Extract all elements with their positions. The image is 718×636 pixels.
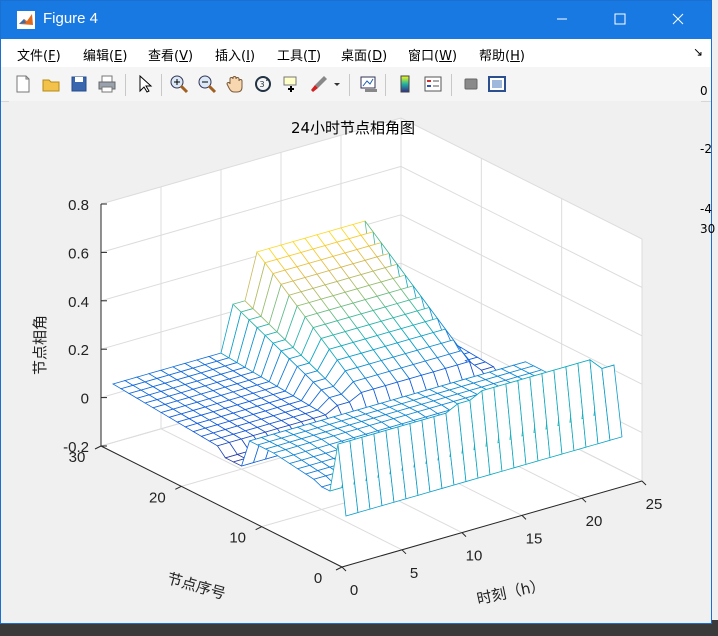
colorbar-icon[interactable] [395,74,415,94]
menu-bar: 文件(F) 编辑(E) 查看(V) 插入(I) 工具(T) 桌面(D) 窗口(W… [1,39,711,67]
print-icon[interactable] [97,74,117,94]
background-tick-fragment: -2 [700,142,712,156]
toolbar-separator [385,74,386,96]
toolbar: 3 [1,67,711,102]
open-folder-icon[interactable] [41,74,61,94]
brush-icon[interactable] [309,74,329,94]
menu-help[interactable]: 帮助(H) [479,45,525,64]
x-axis-label: 时刻（h） [475,576,547,608]
save-icon[interactable] [69,74,89,94]
zoom-out-icon[interactable] [197,74,217,94]
menu-window[interactable]: 窗口(W) [408,45,457,64]
legend-icon[interactable] [423,74,443,94]
y-axis-label: 节点序号 [165,569,228,603]
menu-view[interactable]: 查看(V) [148,45,193,64]
y-tick-label: 20 [149,489,166,506]
background-tick-fragment: -4 [700,202,712,216]
window-title: Figure 4 [43,10,99,27]
x-tick [341,566,347,572]
menu-tools[interactable]: 工具(T) [277,45,321,64]
maximize-icon [614,13,626,25]
minimize-icon [557,18,567,20]
x-tick-label: 20 [586,513,603,530]
z-tick-label: 0.6 [68,245,89,262]
background-tick-fragment: 30 [700,222,716,236]
data-cursor-icon[interactable] [281,74,301,94]
plot-canvas[interactable]: 05101520250102030-0.200.20.40.60.8 24小时节… [9,101,701,621]
show-plot-tools-icon[interactable] [487,74,507,94]
matlab-logo-icon [17,11,35,29]
background-tick-fragment: 0 [700,84,708,98]
toolbar-separator [349,74,350,96]
x-tick-label: 5 [410,565,418,582]
x-tick-label: 15 [526,530,543,547]
pan-hand-icon[interactable] [225,74,245,94]
y-tick [175,485,182,490]
menu-file[interactable]: 文件(F) [17,45,61,64]
link-plot-icon[interactable] [359,74,379,94]
x-tick-label: 0 [350,582,358,599]
menu-desktop[interactable]: 桌面(D) [341,45,387,64]
menu-insert[interactable]: 插入(I) [215,45,255,64]
y-tick [94,445,102,450]
x-tick [461,532,467,537]
y-tick-label: 0 [314,570,322,587]
maximize-button[interactable] [597,1,643,39]
y-tick [335,566,343,571]
menu-edit[interactable]: 编辑(E) [83,45,127,64]
x-tick [521,515,527,520]
pointer-icon[interactable] [135,74,155,94]
chart-title: 24小时节点相角图 [291,119,415,137]
close-button[interactable] [655,1,701,39]
x-tick-label: 25 [646,496,663,513]
x-tick-label: 10 [466,548,483,565]
z-tick-label: 0.2 [68,342,89,359]
y-tick-label: 10 [229,530,246,547]
x-tick [401,549,407,555]
chevron-down-icon[interactable] [331,74,343,94]
new-file-icon[interactable] [13,74,33,94]
figure-window: Figure 4 文件(F) 编辑(E) 查看(V) 插入(I) 工具(T) 桌… [0,0,712,624]
toolbar-separator [161,74,162,96]
zoom-in-icon[interactable] [169,74,189,94]
svg-text:3: 3 [260,80,265,89]
minimize-button[interactable] [539,1,585,39]
z-tick-label: 0.4 [68,294,89,311]
title-bar: Figure 4 [1,1,711,39]
hide-plot-tools-icon[interactable] [461,74,481,94]
rotate-3d-icon[interactable]: 3 [253,74,273,94]
x-tick [581,497,587,503]
close-icon [672,13,684,25]
undock-arrow-icon[interactable]: ↘ [693,45,703,59]
toolbar-separator [451,74,452,96]
z-tick-label: -0.2 [63,439,89,456]
z-tick-label: 0 [81,391,89,408]
y-tick [255,526,262,531]
z-axis-label: 节点相角 [31,315,49,375]
x-tick [641,480,647,486]
toolbar-separator [125,74,126,96]
z-tick-label: 0.8 [68,197,89,214]
